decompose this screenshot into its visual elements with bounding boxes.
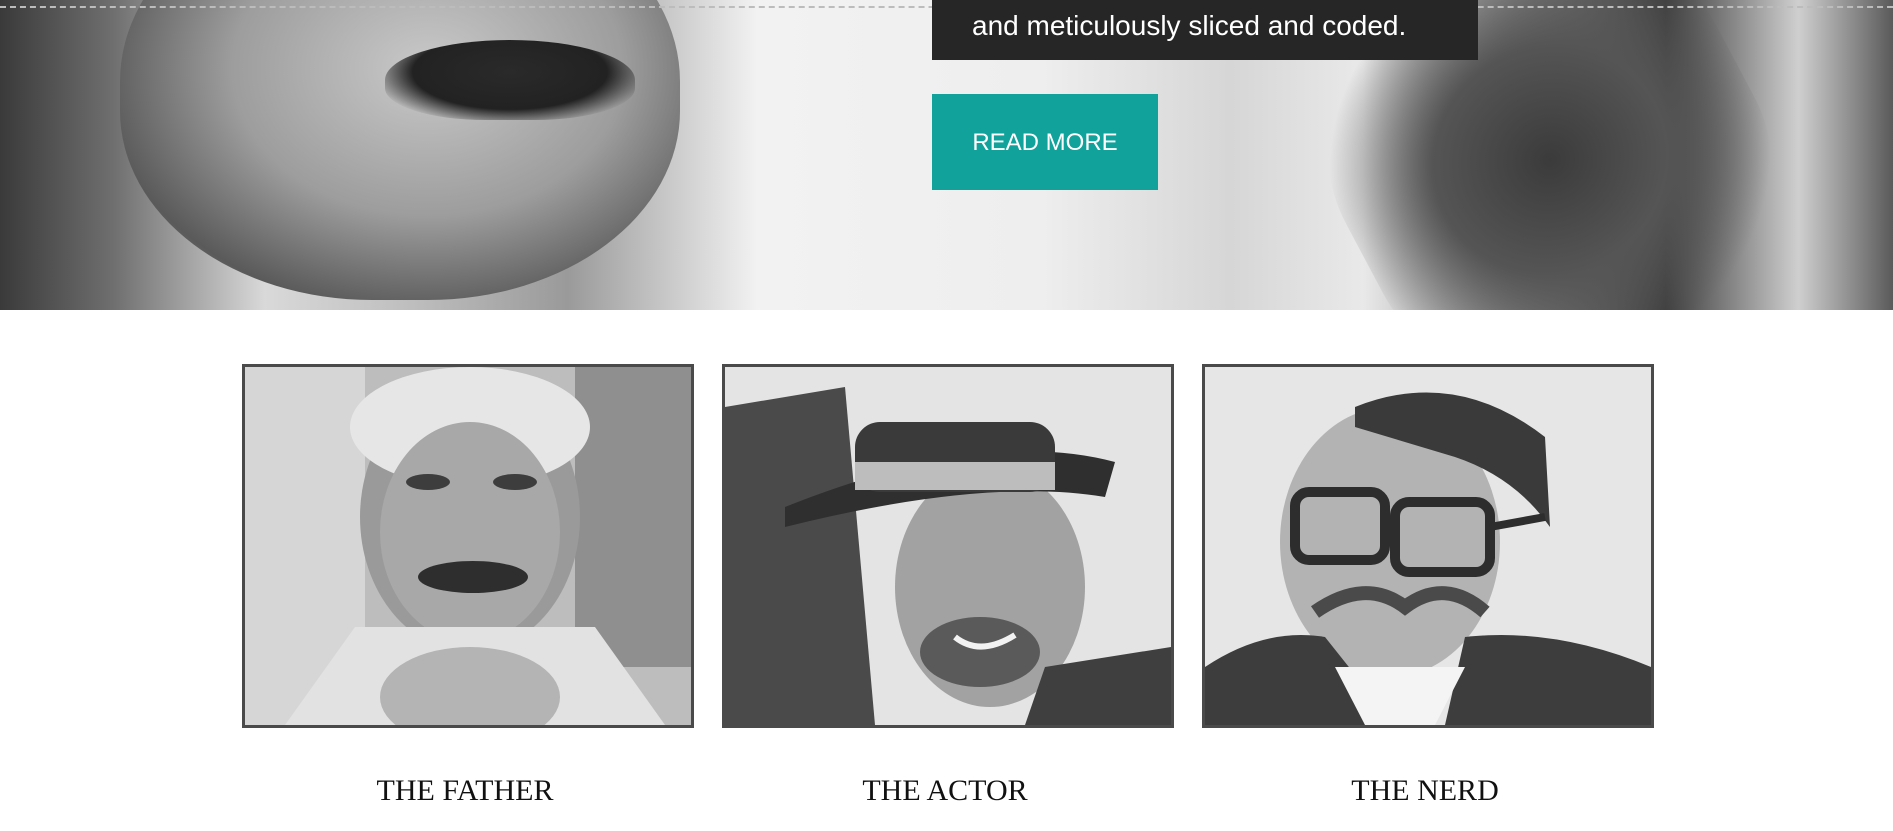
portrait-father-card[interactable]	[242, 364, 694, 728]
portrait-actor-title: THE ACTOR	[862, 774, 1028, 807]
portrait-father-icon	[245, 367, 691, 725]
portrait-nerd-title: THE NERD	[1351, 774, 1499, 807]
portrait-father-title: THE FATHER	[376, 774, 554, 807]
portrait-actor-icon	[725, 367, 1171, 725]
portrait-nerd-icon	[1205, 367, 1651, 725]
portrait-actor-card[interactable]	[722, 364, 1174, 728]
portrait-cards: THE FATHER THE ACTOR THE NERD	[0, 0, 1893, 831]
portrait-nerd-card[interactable]	[1202, 364, 1654, 728]
